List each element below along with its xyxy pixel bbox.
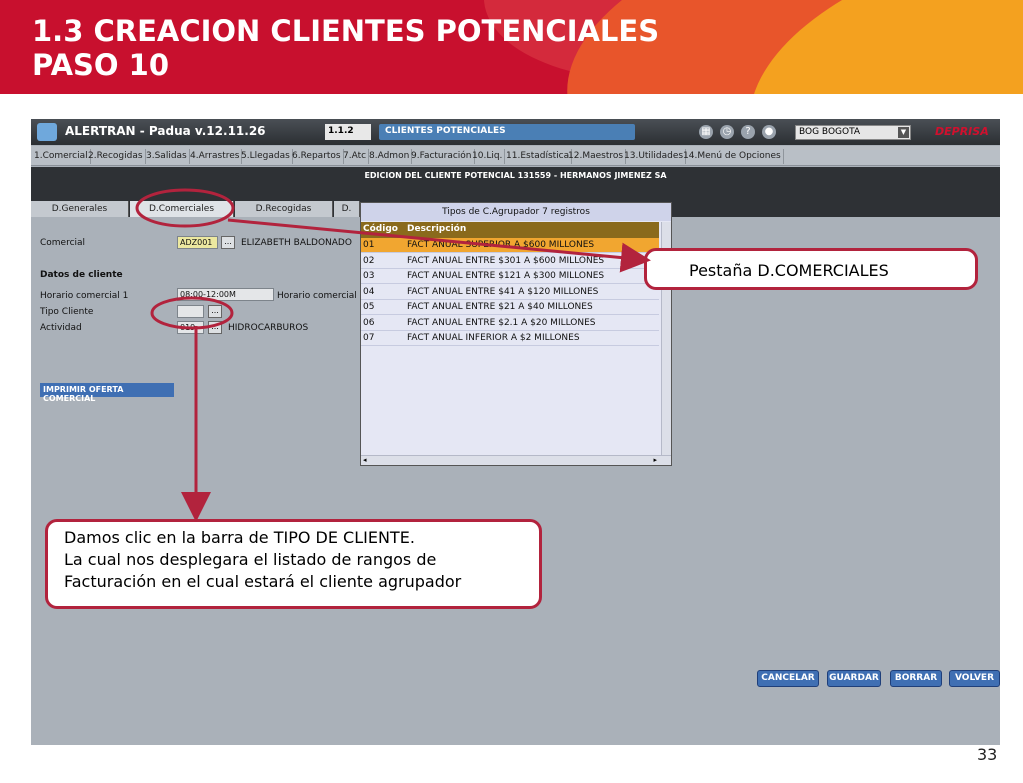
popup-row[interactable]: 01 FACT ANUAL SUPERIOR A $600 MILLONES — [361, 238, 659, 253]
menu-item-liq[interactable]: 10.Liq. — [470, 149, 506, 164]
callout-instructions: Damos clic en la barra de TIPO DE CLIENT… — [45, 519, 542, 609]
menu-item-atc[interactable]: 7.Atc — [341, 149, 370, 164]
callout-line3: Facturación en el cual estará el cliente… — [64, 572, 462, 591]
row-desc: FACT ANUAL ENTRE $41 A $120 MILLONES — [407, 287, 599, 297]
chevron-down-icon: ▼ — [898, 127, 909, 138]
menu-item-estadistica[interactable]: 11.Estadística — [504, 149, 573, 164]
tab-d-other[interactable]: D. — [334, 201, 360, 217]
scroll-left-icon[interactable]: ◂ — [363, 456, 367, 464]
cancel-button[interactable]: CANCELAR — [757, 670, 819, 687]
app-title: ALERTRAN - Padua v.12.11.26 — [65, 124, 266, 138]
tipo-cliente-label: Tipo Cliente — [40, 307, 94, 317]
row-desc: FACT ANUAL ENTRE $301 A $600 MILLONES — [407, 256, 605, 266]
slide-title-line1: 1.3 CREACION CLIENTES POTENCIALES — [32, 14, 660, 48]
menu-item-maestros[interactable]: 12.Maestros — [566, 149, 627, 164]
popup-row[interactable]: 05 FACT ANUAL ENTRE $21 A $40 MILLONES — [361, 300, 659, 315]
print-offer-button[interactable]: IMPRIMIR OFERTA COMERCIAL — [40, 383, 174, 403]
app-screenshot: ALERTRAN - Padua v.12.11.26 1.1.2 CLIENT… — [31, 119, 1000, 745]
popup-horizontal-scrollbar[interactable]: ◂ ▸ — [361, 455, 671, 465]
horario1-label: Horario comercial 1 — [40, 291, 129, 301]
popup-row[interactable]: 02 FACT ANUAL ENTRE $301 A $600 MILLONES — [361, 254, 659, 269]
form-header: EDICION DEL CLIENTE POTENCIAL 131559 - H… — [31, 167, 1000, 203]
module-code-field[interactable]: 1.1.2 — [325, 124, 371, 140]
office-select-value: BOG BOGOTA — [799, 127, 861, 137]
slide-title-line2: PASO 10 — [32, 48, 170, 82]
comercial-name: ELIZABETH BALDONADO — [241, 238, 352, 248]
help-icon[interactable]: ? — [741, 125, 755, 139]
slide: 1.3 CREACION CLIENTES POTENCIALES PASO 1… — [0, 0, 1023, 783]
save-button[interactable]: GUARDAR — [827, 670, 881, 687]
row-desc: FACT ANUAL ENTRE $21 A $40 MILLONES — [407, 302, 593, 312]
comercial-lookup-button[interactable]: ... — [221, 236, 235, 249]
brand-logo: DEPRISA — [935, 125, 989, 138]
row-desc: FACT ANUAL ENTRE $121 A $300 MILLONES — [407, 271, 605, 281]
section-datos-cliente: Datos de cliente — [40, 270, 123, 280]
popup-header-row: Código Descripción — [361, 222, 659, 238]
office-select[interactable]: BOG BOGOTA ▼ — [795, 125, 911, 140]
callout-line2: La cual nos desplegara el listado de ran… — [64, 550, 437, 569]
comercial-code-field[interactable]: ADZ001 — [177, 236, 218, 249]
actividad-name: HIDROCARBUROS — [228, 323, 309, 333]
comercial-label: Comercial — [40, 238, 86, 248]
popup-title: Tipos de C.Agrupador 7 registros — [361, 203, 671, 221]
row-code: 03 — [363, 271, 375, 281]
menu-item-facturacion[interactable]: 9.Facturación — [409, 149, 475, 164]
app-logo-icon — [37, 123, 57, 141]
scroll-right-icon[interactable]: ▸ — [653, 456, 657, 464]
horario1-field[interactable]: 08:00-12:00M — [177, 288, 274, 301]
row-code: 02 — [363, 256, 375, 266]
menu-item-recogidas[interactable]: 2.Recogidas — [86, 149, 146, 164]
row-code: 01 — [363, 240, 375, 250]
row-desc: FACT ANUAL INFERIOR A $2 MILLONES — [407, 333, 580, 343]
slide-header: 1.3 CREACION CLIENTES POTENCIALES PASO 1… — [0, 0, 1023, 94]
tab-d-recogidas[interactable]: D.Recogidas — [235, 201, 333, 217]
popup-row[interactable]: 03 FACT ANUAL ENTRE $121 A $300 MILLONES — [361, 269, 659, 284]
popup-tipos-agrupador: Tipos de C.Agrupador 7 registros Código … — [360, 202, 672, 466]
menu-item-arrastres[interactable]: 4.Arrastres — [188, 149, 243, 164]
row-code: 05 — [363, 302, 375, 312]
row-code: 07 — [363, 333, 375, 343]
module-name-field: CLIENTES POTENCIALES — [379, 124, 635, 140]
app-menubar: 1.Comercial 2.Recogidas 3.Salidas 4.Arra… — [31, 146, 1000, 166]
row-code: 06 — [363, 318, 375, 328]
menu-item-salidas[interactable]: 3.Salidas — [144, 149, 190, 164]
page-number: 33 — [977, 745, 998, 764]
menu-item-comercial[interactable]: 1.Comercial — [32, 149, 91, 164]
tipo-cliente-field[interactable] — [177, 305, 204, 318]
callout-tab-note-text: Pestaña D.COMERCIALES — [689, 261, 889, 280]
popup-row[interactable]: 06 FACT ANUAL ENTRE $2.1 A $20 MILLONES — [361, 316, 659, 331]
popup-row[interactable]: 07 FACT ANUAL INFERIOR A $2 MILLONES — [361, 331, 659, 346]
app-titlebar: ALERTRAN - Padua v.12.11.26 1.1.2 CLIENT… — [31, 119, 1000, 145]
actividad-lookup-button[interactable]: ... — [208, 321, 222, 334]
callout-line1: Damos clic en la barra de TIPO DE CLIENT… — [64, 528, 415, 547]
brand-name: DEPRISA — [935, 125, 989, 138]
row-desc: FACT ANUAL ENTRE $2.1 A $20 MILLONES — [407, 318, 596, 328]
user-icon[interactable]: ● — [762, 125, 776, 139]
tab-d-generales[interactable]: D.Generales — [31, 201, 129, 217]
back-button[interactable]: VOLVER — [949, 670, 1000, 687]
tipo-cliente-lookup-button[interactable]: ... — [208, 305, 222, 318]
slide-title: 1.3 CREACION CLIENTES POTENCIALES PASO 1… — [32, 14, 659, 82]
popup-row[interactable]: 04 FACT ANUAL ENTRE $41 A $120 MILLONES — [361, 285, 659, 300]
form-title: EDICION DEL CLIENTE POTENCIAL 131559 - H… — [364, 171, 667, 180]
calendar-icon[interactable]: ▦ — [699, 125, 713, 139]
delete-button[interactable]: BORRAR — [890, 670, 942, 687]
menu-item-utilidades[interactable]: 13.Utilidades — [622, 149, 687, 164]
column-header-codigo[interactable]: Código — [363, 224, 398, 234]
clock-icon[interactable]: ◷ — [720, 125, 734, 139]
column-header-descripcion[interactable]: Descripción — [407, 224, 466, 234]
menu-item-repartos[interactable]: 6.Repartos — [290, 149, 344, 164]
row-code: 04 — [363, 287, 375, 297]
menu-item-admon[interactable]: 8.Admon — [367, 149, 413, 164]
menu-item-menu-opciones[interactable]: 14.Menú de Opciones — [681, 149, 784, 164]
actividad-label: Actividad — [40, 323, 82, 333]
actividad-code-field[interactable]: 019 — [177, 321, 204, 334]
horario2-label: Horario comercial 2 — [277, 291, 366, 301]
callout-tab-note: Pestaña D.COMERCIALES — [644, 248, 978, 290]
tab-d-comerciales[interactable]: D.Comerciales — [130, 201, 234, 217]
row-desc: FACT ANUAL SUPERIOR A $600 MILLONES — [407, 240, 595, 250]
menu-item-llegadas[interactable]: 5.Llegadas — [239, 149, 293, 164]
